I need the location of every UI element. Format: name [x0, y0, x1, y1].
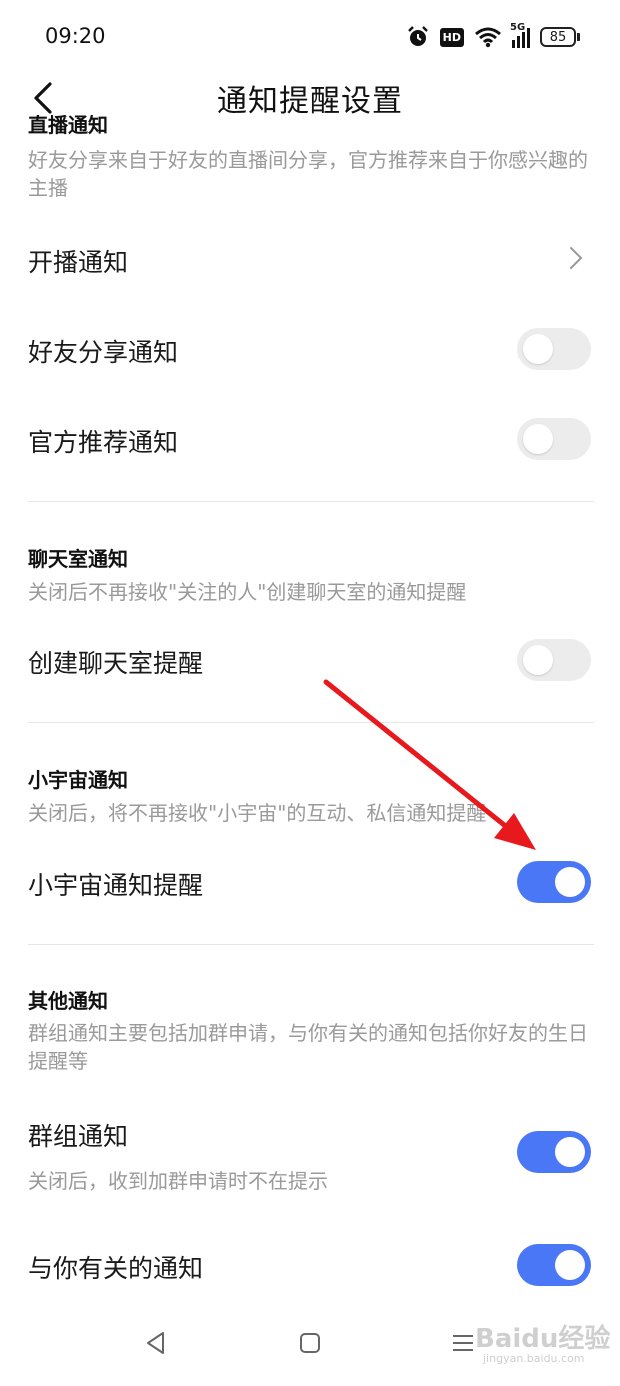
live-section-desc-wrap: 好友分享来自于好友的直播间分享，官方推荐来自于你感兴趣的主播	[28, 146, 594, 202]
alarm-icon	[407, 26, 428, 46]
chatroom-section-header: 聊天室通知	[28, 543, 594, 572]
nav-menu-icon[interactable]	[450, 1330, 476, 1356]
chevron-right-icon[interactable]	[566, 245, 586, 271]
toggle-knob	[523, 334, 553, 364]
live-section-header: 直播通知	[28, 115, 594, 138]
related-notify-toggle[interactable]	[517, 1244, 591, 1286]
nav-back-icon[interactable]	[143, 1330, 169, 1356]
battery-icon: 85	[540, 27, 580, 47]
row-create-chatroom: 创建聊天室提醒	[28, 630, 594, 690]
page-title: 通知提醒设置	[217, 84, 403, 119]
toggle-knob	[555, 1137, 585, 1167]
section-title-live: 直播通知	[28, 115, 108, 137]
universe-section-header: 小宇宙通知	[28, 764, 594, 793]
row-label: 小宇宙通知提醒	[28, 871, 204, 900]
official-recommend-toggle[interactable]	[517, 418, 591, 460]
row-live-start[interactable]: 开播通知	[28, 229, 594, 289]
universe-notify-toggle[interactable]	[517, 861, 591, 903]
toggle-knob	[555, 1250, 585, 1280]
row-label: 与你有关的通知	[28, 1254, 204, 1283]
chatroom-section-desc-wrap: 关闭后不再接收"关注的人"创建聊天室的通知提醒	[28, 578, 594, 606]
signal-icon: 5G	[510, 22, 530, 48]
section-desc-other: 群组通知主要包括加群申请，与你有关的通知包括你好友的生日提醒等	[28, 1021, 588, 1073]
divider	[28, 944, 594, 945]
row-universe-notify: 小宇宙通知提醒	[28, 852, 594, 912]
wifi-icon	[475, 27, 501, 48]
row-sublabel: 关闭后，收到加群申请时不在提示	[28, 1169, 328, 1193]
toggle-knob	[523, 424, 553, 454]
status-icons: HD 5G 85	[406, 22, 580, 52]
row-label: 群组通知	[28, 1122, 129, 1151]
row-label: 创建聊天室提醒	[28, 649, 204, 678]
toggle-knob	[523, 645, 553, 675]
row-label: 好友分享通知	[28, 338, 179, 367]
status-time: 09:20	[45, 24, 106, 48]
nav-home-icon[interactable]	[297, 1330, 323, 1356]
section-desc-live: 好友分享来自于好友的直播间分享，官方推荐来自于你感兴趣的主播	[28, 148, 588, 200]
row-group-notify: 群组通知 关闭后，收到加群申请时不在提示	[28, 1103, 594, 1193]
row-official-recommend: 官方推荐通知	[28, 409, 594, 469]
hd-badge: HD	[439, 27, 464, 47]
row-label: 官方推荐通知	[28, 428, 179, 457]
toggle-knob	[555, 867, 585, 897]
row-related-notify: 与你有关的通知	[28, 1235, 594, 1295]
other-section-header: 其他通知	[28, 985, 594, 1014]
section-desc-chatroom: 关闭后不再接收"关注的人"创建聊天室的通知提醒	[28, 580, 467, 604]
section-desc-universe: 关闭后，将不再接收"小宇宙"的互动、私信通知提醒	[28, 801, 487, 825]
section-title-universe: 小宇宙通知	[28, 768, 128, 792]
network-type-label: 5G	[510, 22, 526, 33]
group-notify-toggle[interactable]	[517, 1131, 591, 1173]
section-title-chatroom: 聊天室通知	[28, 547, 128, 571]
row-label: 开播通知	[28, 248, 129, 277]
divider	[28, 722, 594, 723]
section-title-other: 其他通知	[28, 989, 108, 1013]
divider	[28, 501, 594, 502]
friend-share-toggle[interactable]	[517, 328, 591, 370]
universe-section-desc-wrap: 关闭后，将不再接收"小宇宙"的互动、私信通知提醒	[28, 799, 594, 827]
other-section-desc-wrap: 群组通知主要包括加群申请，与你有关的通知包括你好友的生日提醒等	[28, 1019, 594, 1075]
watermark-url: jingyan.baidu.com	[483, 1352, 585, 1365]
battery-level: 85	[540, 27, 576, 47]
watermark: Baidu经验	[475, 1324, 611, 1354]
create-chatroom-toggle[interactable]	[517, 639, 591, 681]
row-friend-share: 好友分享通知	[28, 319, 594, 379]
status-bar: 09:20 HD 5G 85	[0, 0, 620, 72]
settings-list[interactable]: 直播通知 好友分享来自于好友的直播间分享，官方推荐来自于你感兴趣的主播 开播通知…	[0, 115, 620, 1300]
